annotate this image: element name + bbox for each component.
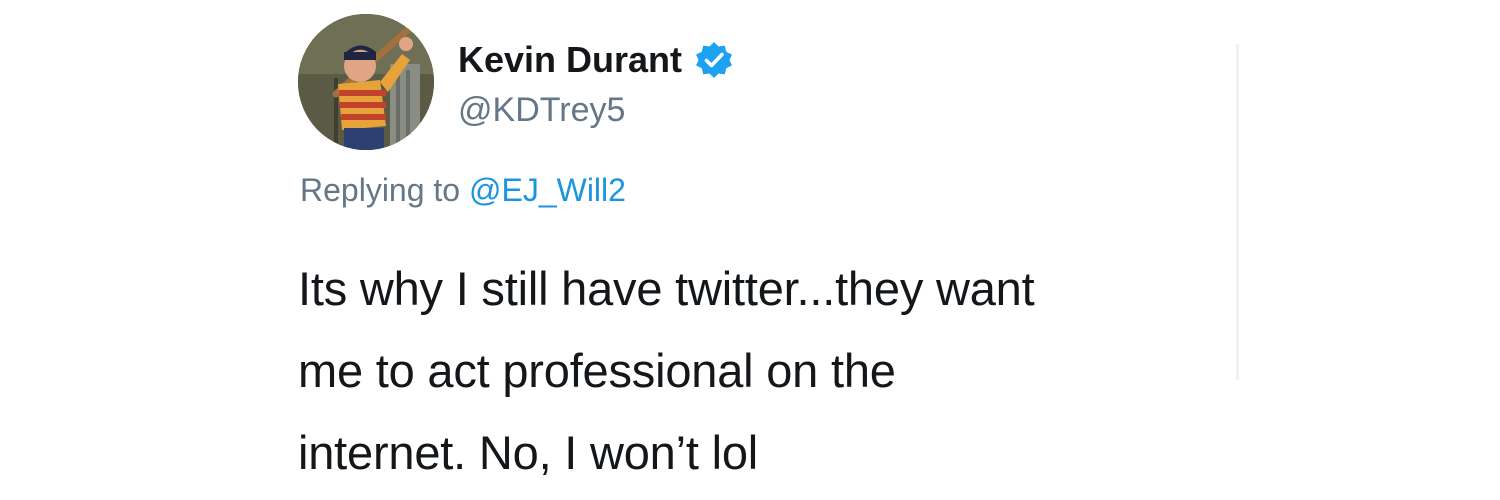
tweet-card: Kevin Durant @KDTrey5 Replying to @EJ_Wi… [298,14,1238,494]
tweet-text-line: internet. No, I won’t lol [298,426,758,479]
reply-handle-link[interactable]: @EJ_Will2 [469,172,626,208]
tweet-text-line: Its why I still have twitter...they want [298,262,1035,315]
author-name[interactable]: Kevin Durant [458,38,682,82]
replying-to: Replying to @EJ_Will2 [300,168,626,212]
replying-to-label: Replying to [300,172,461,208]
author-name-row[interactable]: Kevin Durant [458,38,734,82]
avatar[interactable] [298,14,434,150]
tweet-text: Its why I still have twitter...they want… [298,248,1198,494]
verified-badge-icon [694,40,734,80]
avatar-photo [298,14,434,150]
divider [1236,44,1239,380]
author-handle[interactable]: @KDTrey5 [458,88,625,132]
tweet-text-line: me to act professional on the [298,344,896,397]
